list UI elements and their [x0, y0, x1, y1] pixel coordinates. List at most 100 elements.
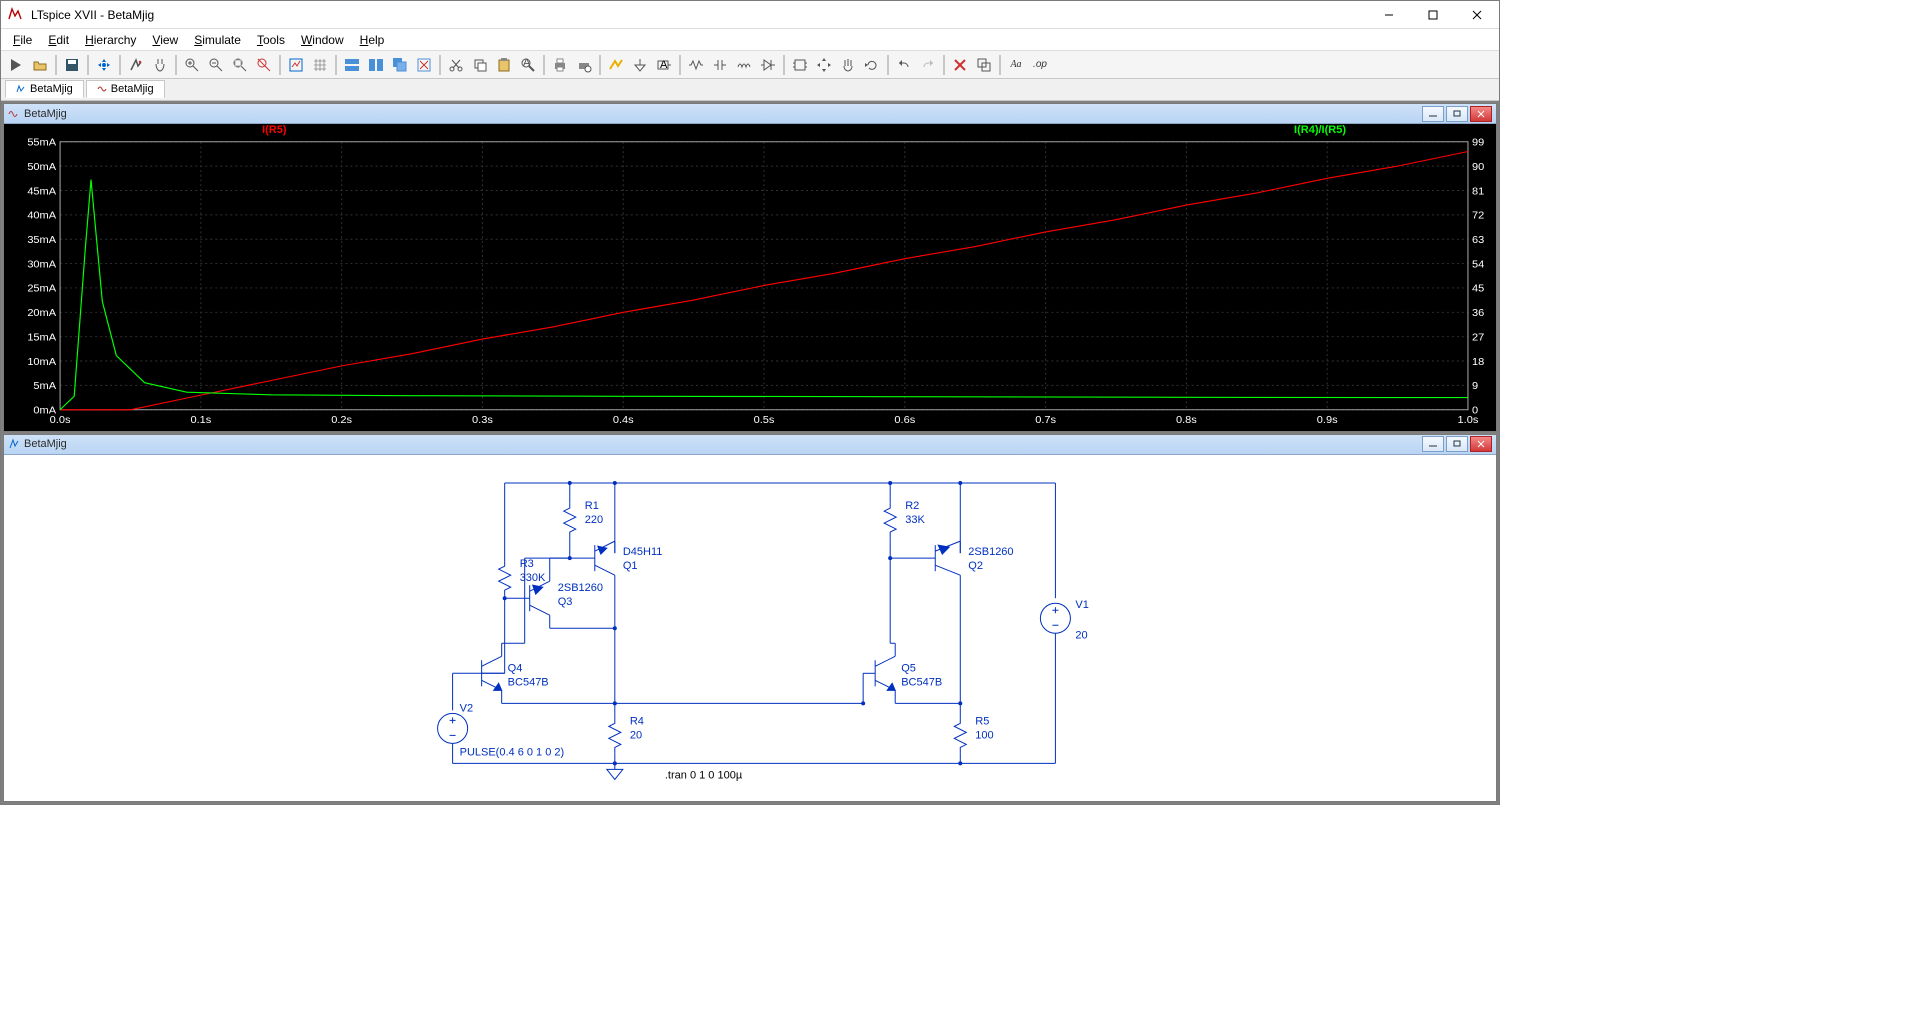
toolbar-close-all-button[interactable] — [413, 54, 435, 76]
menu-file[interactable]: File — [5, 31, 40, 49]
R2-name[interactable]: R2 — [905, 500, 919, 512]
toolbar-zoom-in-button[interactable] — [181, 54, 203, 76]
R1-name[interactable]: R1 — [585, 500, 599, 512]
waveform-pane-titlebar[interactable]: BetaMjig — [4, 104, 1496, 124]
close-button[interactable] — [1455, 1, 1499, 29]
schematic-canvas[interactable]: R1 220 R2 33K — [4, 455, 1496, 801]
Q2-name[interactable]: Q2 — [968, 560, 983, 572]
toolbar-tile-horz-button[interactable] — [341, 54, 363, 76]
menu-hierarchy[interactable]: Hierarchy — [77, 31, 144, 49]
toolbar-diode-button[interactable] — [757, 54, 779, 76]
toolbar-print-button[interactable] — [549, 54, 571, 76]
Q4-model[interactable]: BC547B — [508, 676, 549, 688]
toolbar-tile-vert-button[interactable] — [365, 54, 387, 76]
R5-name[interactable]: R5 — [975, 715, 989, 727]
toolbar-run-sim-button[interactable] — [125, 54, 147, 76]
waveform-plot[interactable]: 0mA05mA910mA1815mA2720mA3625mA4530mA5435… — [4, 138, 1496, 431]
toolbar-spice-directive-button[interactable]: .op — [1029, 54, 1051, 76]
V2-name[interactable]: V2 — [460, 702, 473, 714]
toolbar-rotate-button[interactable] — [861, 54, 883, 76]
toolbar-zoom-fit-button[interactable] — [229, 54, 251, 76]
toolbar-pan-button[interactable] — [149, 54, 171, 76]
toolbar-drag-button[interactable] — [837, 54, 859, 76]
legend-trace-1[interactable]: I(R5) — [64, 124, 485, 138]
toolbar-save-button[interactable] — [61, 54, 83, 76]
pane-minimize-button[interactable] — [1422, 106, 1444, 122]
toolbar-zoom-rect-button[interactable] — [253, 54, 275, 76]
toolbar-copy-button[interactable] — [469, 54, 491, 76]
toolbar-paste-button[interactable] — [493, 54, 515, 76]
toolbar-autorange-button[interactable] — [285, 54, 307, 76]
minimize-button[interactable] — [1367, 1, 1411, 29]
svg-text:45: 45 — [1472, 283, 1484, 295]
pane-minimize-button[interactable] — [1422, 436, 1444, 452]
R5-value[interactable]: 100 — [975, 729, 993, 741]
toolbar-separator — [175, 55, 177, 75]
toolbar-control-panel-button[interactable] — [93, 54, 115, 76]
menu-tools[interactable]: Tools — [249, 31, 293, 49]
V1-name[interactable]: V1 — [1075, 599, 1088, 611]
toolbar-setup-print-button[interactable] — [573, 54, 595, 76]
toolbar-cascade-button[interactable] — [389, 54, 411, 76]
toolbar-delete-button[interactable] — [949, 54, 971, 76]
R3-value[interactable]: 330K — [520, 572, 546, 584]
Q5-name[interactable]: Q5 — [901, 662, 916, 674]
R1-value[interactable]: 220 — [585, 514, 603, 526]
V1-symbol[interactable] — [1040, 603, 1070, 763]
svg-text:9: 9 — [1472, 380, 1478, 392]
toolbar-capacitor-button[interactable] — [709, 54, 731, 76]
toolbar-open-button[interactable] — [29, 54, 51, 76]
doctab-schem-betamjig[interactable]: BetaMjig — [5, 80, 84, 98]
schematic-pane-titlebar[interactable]: BetaMjig — [4, 435, 1496, 455]
Q1-model[interactable]: D45H11 — [623, 546, 663, 558]
toolbar-ground-button[interactable] — [629, 54, 651, 76]
waveform-pane-body[interactable]: I(R5) I(R4)/I(R5) 0mA05mA910mA1815mA2720… — [4, 124, 1496, 431]
menu-view[interactable]: View — [144, 31, 186, 49]
toolbar-resistor-button[interactable] — [685, 54, 707, 76]
toolbar-zoom-out-button[interactable] — [205, 54, 227, 76]
maximize-button[interactable] — [1411, 1, 1455, 29]
Q3-model[interactable]: 2SB1260 — [558, 582, 603, 594]
R4-value[interactable]: 20 — [630, 729, 642, 741]
toolbar-cut-button[interactable] — [445, 54, 467, 76]
spice-directive-text[interactable]: .tran 0 1 0 100µ — [665, 769, 743, 781]
toolbar-component-button[interactable] — [789, 54, 811, 76]
toolbar-label-net-button[interactable]: A — [653, 54, 675, 76]
titlebar[interactable]: LTspice XVII - BetaMjig — [1, 1, 1499, 29]
doctab-wave-betamjig[interactable]: BetaMjig — [86, 80, 165, 98]
legend-trace-2[interactable]: I(R4)/I(R5) — [485, 124, 1466, 138]
V2-value[interactable]: PULSE(0.4 6 0 1 0 2) — [460, 746, 565, 758]
toolbar-redo-button[interactable] — [917, 54, 939, 76]
V1-value[interactable]: 20 — [1075, 629, 1087, 641]
Q3-name[interactable]: Q3 — [558, 596, 573, 608]
R3-name[interactable]: R3 — [520, 558, 534, 570]
R4-name[interactable]: R4 — [630, 715, 644, 727]
toolbar-undo-button[interactable] — [893, 54, 915, 76]
Q2-model[interactable]: 2SB1260 — [968, 546, 1013, 558]
toolbar-duplicate-button[interactable] — [973, 54, 995, 76]
toolbar-find-button[interactable]: A — [517, 54, 539, 76]
toolbar-text-Aa-button[interactable]: Aa — [1005, 54, 1027, 76]
toolbar-draw-wire-button[interactable] — [605, 54, 627, 76]
toolbar-move-button[interactable] — [813, 54, 835, 76]
pane-restore-button[interactable] — [1446, 436, 1468, 452]
toolbar-separator — [55, 55, 57, 75]
toolbar-run-button[interactable] — [5, 54, 27, 76]
menu-edit[interactable]: Edit — [40, 31, 77, 49]
menu-window[interactable]: Window — [293, 31, 352, 49]
menu-simulate[interactable]: Simulate — [186, 31, 249, 49]
pane-close-button[interactable] — [1470, 106, 1492, 122]
toolbar-separator — [279, 55, 281, 75]
Q4-name[interactable]: Q4 — [508, 662, 523, 674]
R2-value[interactable]: 33K — [905, 514, 925, 526]
pane-restore-button[interactable] — [1446, 106, 1468, 122]
menu-help[interactable]: Help — [352, 31, 393, 49]
schem-icon — [16, 84, 26, 94]
schematic-pane-body[interactable]: R1 220 R2 33K — [4, 455, 1496, 801]
ground-symbol[interactable] — [607, 763, 623, 779]
Q5-model[interactable]: BC547B — [901, 676, 942, 688]
toolbar-inductor-button[interactable] — [733, 54, 755, 76]
pane-close-button[interactable] — [1470, 436, 1492, 452]
toolbar-toggle-grid-button[interactable] — [309, 54, 331, 76]
Q1-name[interactable]: Q1 — [623, 560, 638, 572]
